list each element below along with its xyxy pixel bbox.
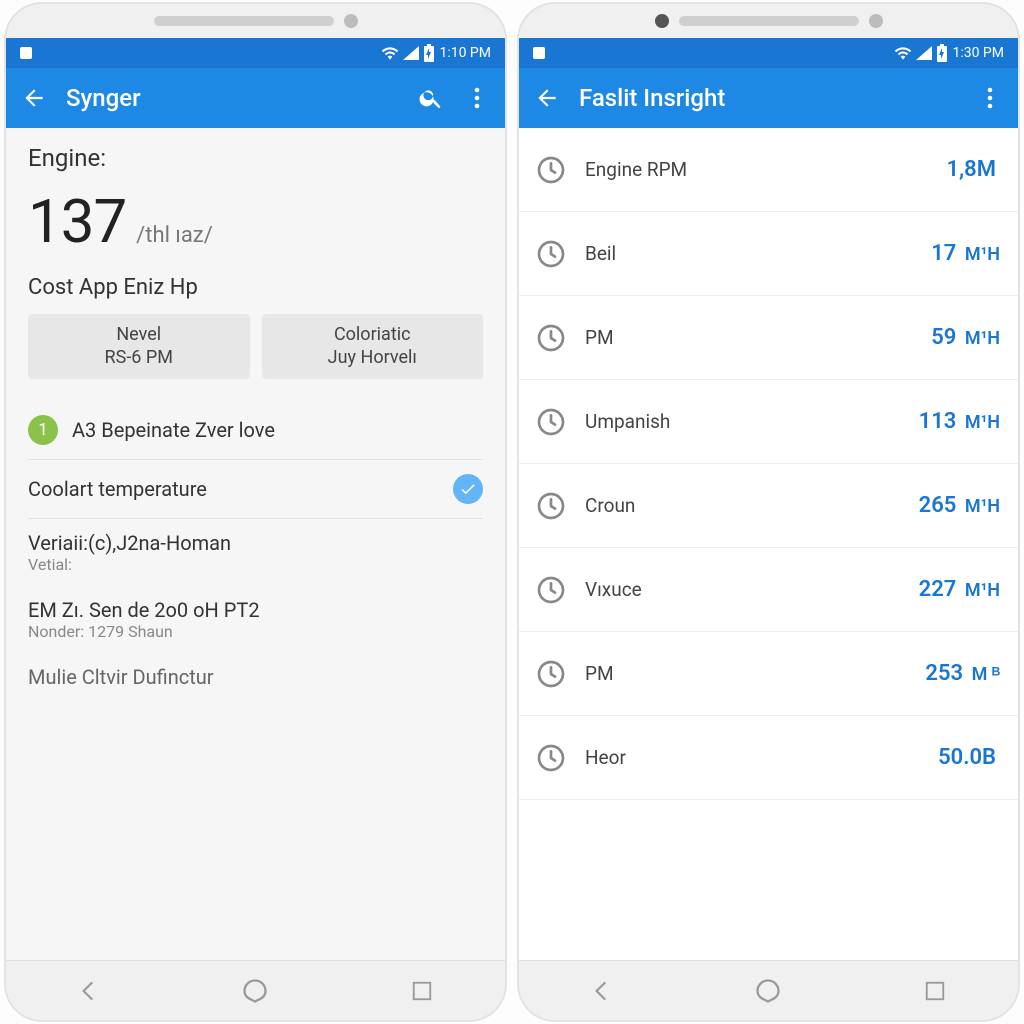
wifi-icon <box>894 45 912 61</box>
metric-row[interactable]: Engine RPM 1,8M <box>519 128 1018 212</box>
badge-row[interactable]: 1 A3 Bepeinate Zver love <box>28 401 483 460</box>
subhead: Cost App Eniz Hp <box>28 275 483 300</box>
status-square-icon <box>20 47 32 59</box>
option2-line2: Juy Horvelı <box>266 347 480 370</box>
battery-icon <box>423 44 435 62</box>
metric-row[interactable]: Vıxuce 227 M¹H <box>519 548 1018 632</box>
clock-icon <box>533 488 569 524</box>
metric-value: 265 M¹H <box>919 493 1000 518</box>
metric-label: Beil <box>585 242 915 265</box>
nav-home-icon[interactable] <box>753 976 783 1006</box>
badge-count: 1 <box>28 415 58 445</box>
metric-row[interactable]: Heor 50.0B <box>519 716 1018 800</box>
app-title: Faslit Insright <box>579 84 958 112</box>
clock-icon <box>533 656 569 692</box>
cut-block[interactable]: Mulie Cltvir Dufinctur <box>28 653 483 689</box>
back-icon[interactable] <box>533 84 561 112</box>
app-title: Synger <box>66 84 399 112</box>
cell-signal-icon <box>916 45 932 61</box>
back-icon[interactable] <box>20 84 48 112</box>
status-bar: 1:30 PM <box>519 38 1018 68</box>
status-bar: 1:10 PM <box>6 38 505 68</box>
metric-row[interactable]: PM 253 M ᴮ <box>519 632 1018 716</box>
metric-value: 50.0B <box>938 745 1000 770</box>
metric-row[interactable]: Umpanish 113 M¹H <box>519 380 1018 464</box>
speaker-grille <box>154 16 334 26</box>
overflow-menu-icon[interactable] <box>976 84 1004 112</box>
metric-value: 113 M¹H <box>919 409 1000 434</box>
coolant-label: Coolart temperature <box>28 477 207 501</box>
engine-label: Engine: <box>28 144 483 172</box>
nav-bar <box>519 960 1018 1020</box>
app-bar: Synger <box>6 68 505 128</box>
nav-back-icon[interactable] <box>74 976 104 1006</box>
clock-icon <box>533 320 569 356</box>
metric-label: Engine RPM <box>585 158 930 181</box>
front-camera <box>655 14 669 28</box>
content-right: Engine RPM 1,8M Beil 17 M¹H PM 59 M¹H Umpanish… <box>519 128 1018 960</box>
metric-row[interactable]: Beil 17 M¹H <box>519 212 1018 296</box>
search-icon[interactable] <box>417 84 445 112</box>
engine-value: 137 <box>28 186 126 257</box>
nav-bar <box>6 960 505 1020</box>
device-top <box>519 4 1018 38</box>
clock-icon <box>533 740 569 776</box>
phone-right: 1:30 PM Faslit Insright Engine RPM 1,8M Be… <box>519 4 1018 1020</box>
battery-icon <box>936 44 948 62</box>
clock-icon <box>533 572 569 608</box>
check-icon <box>453 474 483 504</box>
veriai-sub: Vetial: <box>28 555 483 574</box>
metric-label: Croun <box>585 494 903 517</box>
em-title: EM Zı. Sen de 2o0 oH PT2 <box>28 598 483 622</box>
metric-label: PM <box>585 662 909 685</box>
clock-icon <box>533 236 569 272</box>
status-square-icon <box>533 47 545 59</box>
option1-line1: Nevel <box>32 324 246 347</box>
metric-label: Vıxuce <box>585 578 903 601</box>
veriai-block[interactable]: Veriaii:(c),J2na-Homan Vetial: <box>28 519 483 586</box>
nav-back-icon[interactable] <box>587 976 617 1006</box>
nav-home-icon[interactable] <box>240 976 270 1006</box>
option1-line2: RS-6 PM <box>32 347 246 370</box>
metric-value: 59 M¹H <box>931 325 1000 350</box>
nav-recents-icon[interactable] <box>920 976 950 1006</box>
veriai-title: Veriaii:(c),J2na-Homan <box>28 531 483 555</box>
metric-value: 227 M¹H <box>919 577 1000 602</box>
front-camera <box>344 14 358 28</box>
overflow-menu-icon[interactable] <box>463 84 491 112</box>
status-time: 1:30 PM <box>952 45 1004 61</box>
phone-left: 1:10 PM Synger Engine: 137 /thl ıaz/ Cos… <box>6 4 505 1020</box>
option-button-2[interactable]: Coloriatic Juy Horvelı <box>262 314 484 379</box>
metric-row[interactable]: PM 59 M¹H <box>519 296 1018 380</box>
sensor-dot <box>869 14 883 28</box>
metric-value: 17 M¹H <box>931 241 1000 266</box>
option2-line1: Coloriatic <box>266 324 480 347</box>
coolant-row[interactable]: Coolart temperature <box>28 460 483 519</box>
em-block[interactable]: EM Zı. Sen de 2o0 oH PT2 Nonder: 1279 Sh… <box>28 586 483 653</box>
cell-signal-icon <box>403 45 419 61</box>
speaker-grille <box>679 16 859 26</box>
metric-value: 253 M ᴮ <box>925 661 1000 686</box>
status-time: 1:10 PM <box>439 45 491 61</box>
clock-icon <box>533 404 569 440</box>
option-button-1[interactable]: Nevel RS-6 PM <box>28 314 250 379</box>
em-sub: Nonder: 1279 Shaun <box>28 622 483 641</box>
metric-label: Umpanish <box>585 410 903 433</box>
engine-unit: /thl ıaz/ <box>136 223 213 248</box>
cut-title: Mulie Cltvir Dufinctur <box>28 665 483 689</box>
metric-label: PM <box>585 326 915 349</box>
metric-row[interactable]: Croun 265 M¹H <box>519 464 1018 548</box>
app-bar: Faslit Insright <box>519 68 1018 128</box>
metric-label: Heor <box>585 746 922 769</box>
content-left: Engine: 137 /thl ıaz/ Cost App Eniz Hp N… <box>6 128 505 960</box>
clock-icon <box>533 152 569 188</box>
badge-text: A3 Bepeinate Zver love <box>72 418 275 442</box>
wifi-icon <box>381 45 399 61</box>
metric-list: Engine RPM 1,8M Beil 17 M¹H PM 59 M¹H Umpanish… <box>519 128 1018 800</box>
device-top <box>6 4 505 38</box>
nav-recents-icon[interactable] <box>407 976 437 1006</box>
metric-value: 1,8M <box>946 157 1000 182</box>
